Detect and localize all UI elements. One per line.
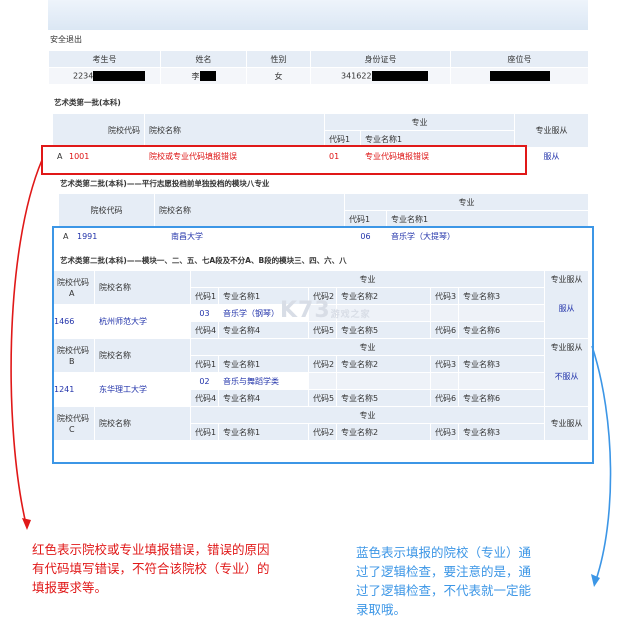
blue-note: 蓝色表示填报的院校（专业）通 过了逻辑检查，要注意的是，通 过了逻辑检查，不代表… xyxy=(356,545,532,617)
red-arrow xyxy=(10,159,43,525)
blue-arrow-head xyxy=(591,574,600,587)
annotation-arrows xyxy=(10,159,612,587)
blue-arrow xyxy=(591,345,612,581)
red-arrow-head xyxy=(22,518,31,530)
red-note: 红色表示院校或专业填报错误，错误的原因 有代码填写错误，不符合该院校（专业）的 … xyxy=(32,542,270,595)
